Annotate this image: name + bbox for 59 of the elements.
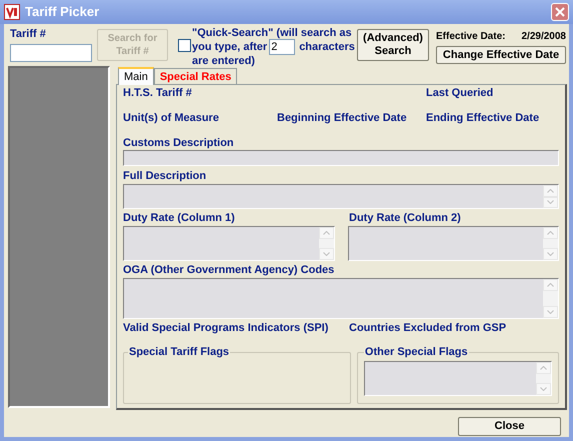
chevron-up-icon: [547, 231, 554, 235]
app-icon: [4, 4, 20, 20]
scroll-down-button[interactable]: [543, 306, 558, 318]
chevron-up-icon: [323, 231, 330, 235]
chevron-up-icon: [540, 366, 547, 370]
chevron-up-icon: [547, 188, 554, 193]
quick-search-label: characters: [299, 41, 355, 53]
effective-date-value: 2/29/2008: [522, 30, 566, 43]
chevron-up-icon: [547, 283, 554, 287]
duty-rate-field[interactable]: [123, 226, 335, 261]
field-label: Valid Special Programs Indicators (SPI): [123, 322, 330, 335]
field-label: Unit(s) of Measure: [123, 112, 220, 125]
oga-codes-field[interactable]: [123, 278, 559, 319]
effective-date-label: Effective Date:: [436, 30, 506, 43]
close-button[interactable]: Close: [458, 417, 561, 436]
field-label: Duty Rate (Column 1): [123, 212, 236, 225]
chevron-down-icon: [547, 200, 554, 204]
scroll-down-button[interactable]: [536, 383, 551, 395]
scroll-up-button[interactable]: [319, 227, 334, 239]
chevron-down-icon: [323, 252, 330, 256]
group-title: Special Tariff Flags: [128, 346, 230, 359]
field-label: Full Description: [123, 170, 206, 183]
close-icon: [555, 7, 565, 17]
full-description-field[interactable]: [123, 184, 559, 209]
scroll-up-button[interactable]: [543, 185, 558, 196]
scroll-up-button[interactable]: [543, 227, 558, 239]
group-title: Other Special Flags: [364, 346, 469, 359]
field-label: Tariff #: [10, 28, 47, 41]
tariff-input[interactable]: [10, 44, 92, 62]
scroll-down-button[interactable]: [543, 196, 558, 208]
quick-search-label: are entered): [192, 55, 256, 67]
field-label: Last Queried: [426, 87, 494, 100]
field-label: Beginning Effective Date: [277, 112, 408, 125]
chevron-down-icon: [540, 387, 547, 391]
field-label: Customs Description: [123, 137, 234, 150]
duty-rate-field[interactable]: [348, 226, 559, 261]
field-label: Countries Excluded from GSP: [349, 322, 506, 335]
close-button[interactable]: [551, 3, 569, 21]
scroll-up-button[interactable]: [543, 279, 558, 291]
tariff-list[interactable]: [8, 66, 110, 408]
character-count-input[interactable]: 2: [269, 39, 296, 55]
quick-search-label: you type, after: [192, 41, 268, 53]
scroll-down-button[interactable]: [543, 248, 558, 260]
field-label: H.T.S. Tariff #: [123, 87, 193, 100]
customs-description-field[interactable]: [123, 150, 559, 166]
change-date-button[interactable]: Change Effective Date: [436, 46, 566, 64]
field-label: Duty Rate (Column 2): [349, 212, 461, 225]
tab[interactable]: Main: [118, 67, 154, 85]
scroll-down-button[interactable]: [319, 248, 334, 260]
window-title: Tariff Picker: [25, 3, 100, 22]
advanced-search-button[interactable]: (Advanced) Search: [357, 29, 429, 61]
field-label: Ending Effective Date: [426, 112, 540, 125]
checkbox[interactable]: [178, 39, 191, 52]
chevron-down-icon: [547, 252, 554, 256]
other-flags-field[interactable]: [364, 361, 552, 396]
chevron-down-icon: [547, 310, 554, 314]
quick-search-label: "Quick-Search" (will search as: [192, 27, 350, 39]
scroll-up-button[interactable]: [536, 362, 551, 374]
field-label: OGA (Other Government Agency) Codes: [123, 264, 334, 277]
